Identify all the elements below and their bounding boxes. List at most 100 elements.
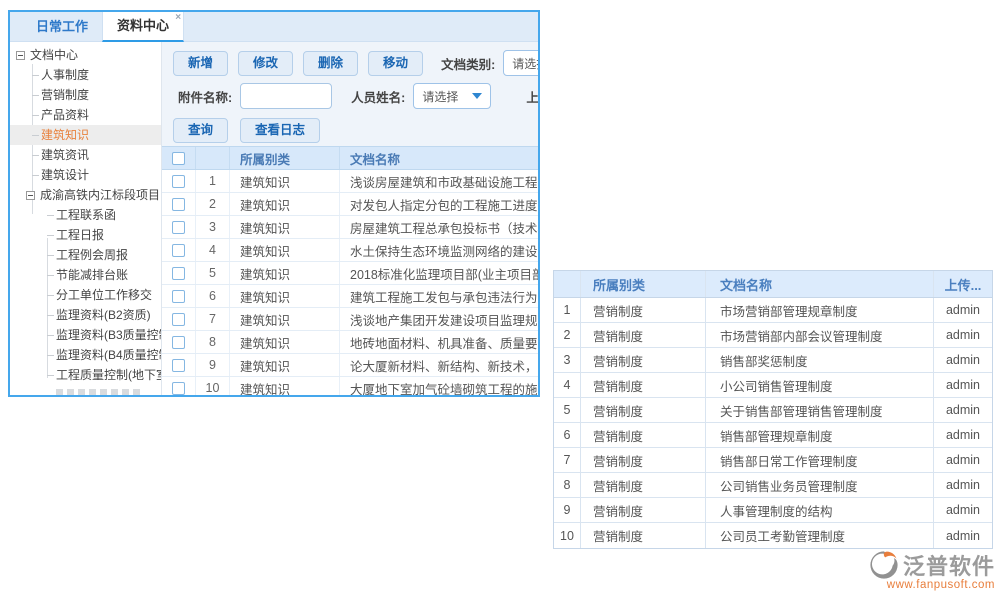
row-uploader: admin bbox=[934, 473, 992, 497]
tree-item[interactable]: 监理资料(B3质量控制) bbox=[10, 325, 161, 345]
tree-item-label: 营销制度 bbox=[41, 88, 89, 102]
tree-item[interactable]: 人事制度 bbox=[10, 65, 161, 85]
tab-data-center[interactable]: 资料中心 × bbox=[102, 12, 184, 42]
row-uploader: admin bbox=[934, 448, 992, 472]
tree-item[interactable]: 营销制度 bbox=[10, 85, 161, 105]
row-checkbox[interactable] bbox=[172, 290, 185, 303]
table-row[interactable]: 9 营销制度 人事管理制度的结构 admin bbox=[554, 498, 992, 523]
row-uploader: admin bbox=[934, 423, 992, 447]
tree-item[interactable]: 工程日报 bbox=[10, 225, 161, 245]
delete-button[interactable]: 删除 bbox=[303, 51, 358, 76]
table-row[interactable]: 8 营销制度 公司销售业务员管理制度 admin bbox=[554, 473, 992, 498]
tree-item[interactable]: 监理资料(B4质量控制) bbox=[10, 345, 161, 365]
row-docname: 销售部奖惩制度 bbox=[706, 348, 934, 372]
row-checkbox[interactable] bbox=[172, 221, 185, 234]
query-button[interactable]: 查询 bbox=[173, 118, 228, 143]
tree-item[interactable]: 产品资料 bbox=[10, 105, 161, 125]
row-category: 建筑知识 bbox=[230, 354, 340, 376]
close-icon[interactable]: × bbox=[175, 13, 181, 23]
table-row[interactable]: 3 营销制度 销售部奖惩制度 admin bbox=[554, 348, 992, 373]
table-row[interactable]: 5 建筑知识 2018标准化监理项目部(业主项目部)人员... bbox=[162, 262, 538, 285]
row-docname: 市场营销部内部会议管理制度 bbox=[706, 323, 934, 347]
tree-item[interactable]: 建筑知识 bbox=[10, 125, 161, 145]
tree-item[interactable]: 建筑设计 bbox=[10, 165, 161, 185]
tree-item-label: 工程质量控制(地下室) bbox=[56, 368, 162, 382]
table-row[interactable]: 7 建筑知识 浅谈地产集团开发建设项目监理规划编... bbox=[162, 308, 538, 331]
tree-item[interactable]: 建筑资讯 bbox=[10, 145, 161, 165]
table-row[interactable]: 10 建筑知识 大厦地下室加气砼墙砌筑工程的施工方... bbox=[162, 377, 538, 395]
tree-item-clipped bbox=[56, 389, 142, 395]
tree-item-label: 节能减排台账 bbox=[56, 268, 128, 282]
table-row[interactable]: 4 建筑知识 水土保持生态环境监测网络的建设与资... bbox=[162, 239, 538, 262]
row-checkbox[interactable] bbox=[172, 336, 185, 349]
tab-daily-work[interactable]: 日常工作 bbox=[22, 12, 102, 42]
table-row[interactable]: 5 营销制度 关于销售部管理销售管理制度 admin bbox=[554, 398, 992, 423]
tree-item[interactable]: 分工单位工作移交 bbox=[10, 285, 161, 305]
row-category: 建筑知识 bbox=[230, 285, 340, 307]
document-table-body: 1 建筑知识 浅谈房屋建筑和市政基础设施工程施工... 2 建筑知识 对发包人指… bbox=[162, 170, 538, 395]
row-checkbox-cell bbox=[162, 308, 196, 330]
table-row[interactable]: 10 营销制度 公司员工考勤管理制度 admin bbox=[554, 523, 992, 548]
row-category: 营销制度 bbox=[581, 398, 706, 422]
row-docname: 浅谈地产集团开发建设项目监理规划编... bbox=[340, 308, 538, 330]
row-docname: 对发包人指定分包的工程施工进度安排... bbox=[340, 193, 538, 215]
row-uploader: admin bbox=[934, 398, 992, 422]
table-row[interactable]: 1 建筑知识 浅谈房屋建筑和市政基础设施工程施工... bbox=[162, 170, 538, 193]
tree-node-document-center[interactable]: 文档中心 bbox=[10, 45, 161, 65]
tree-item-label: 工程联系函 bbox=[56, 208, 116, 222]
tree-item[interactable]: 监理资料(B2资质) bbox=[10, 305, 161, 325]
desktop: 日常工作 资料中心 × 文档中心 人事制度 营销制度 产品资料 建筑知识 建筑资… bbox=[0, 0, 1000, 600]
row-checkbox[interactable] bbox=[172, 267, 185, 280]
table-row[interactable]: 2 建筑知识 对发包人指定分包的工程施工进度安排... bbox=[162, 193, 538, 216]
row-checkbox[interactable] bbox=[172, 244, 185, 257]
row-number: 5 bbox=[554, 398, 581, 422]
add-button[interactable]: 新增 bbox=[173, 51, 228, 76]
row-number: 3 bbox=[554, 348, 581, 372]
move-button[interactable]: 移动 bbox=[368, 51, 423, 76]
table-row[interactable]: 1 营销制度 市场营销部管理规章制度 admin bbox=[554, 298, 992, 323]
row-docname: 2018标准化监理项目部(业主项目部)人员... bbox=[340, 262, 538, 284]
row-docname: 建筑工程施工发包与承包违法行为认定... bbox=[340, 285, 538, 307]
edit-button[interactable]: 修改 bbox=[238, 51, 293, 76]
tree-item[interactable]: 工程例会周报 bbox=[10, 245, 161, 265]
row-uploader: admin bbox=[934, 348, 992, 372]
row-checkbox-cell bbox=[162, 170, 196, 192]
tree-item[interactable]: 工程质量控制(地下室) bbox=[10, 365, 161, 385]
row-category: 营销制度 bbox=[581, 323, 706, 347]
row-checkbox[interactable] bbox=[172, 359, 185, 372]
doc-category-value: 请选择 bbox=[512, 55, 538, 72]
select-all-checkbox[interactable] bbox=[172, 152, 185, 165]
row-uploader: admin bbox=[934, 498, 992, 522]
row-uploader: admin bbox=[934, 323, 992, 347]
row-checkbox[interactable] bbox=[172, 382, 185, 395]
collapse-icon[interactable] bbox=[26, 191, 35, 200]
attachment-name-input[interactable] bbox=[240, 83, 332, 109]
view-log-button[interactable]: 查看日志 bbox=[240, 118, 320, 143]
row-number: 9 bbox=[196, 354, 230, 376]
toolbar: 新增 修改 删除 移动 文档类别: 请选择 文档 bbox=[173, 50, 538, 76]
header-number-cell bbox=[196, 147, 230, 169]
table-row[interactable]: 6 建筑知识 建筑工程施工发包与承包违法行为认定... bbox=[162, 285, 538, 308]
table-row[interactable]: 7 营销制度 销售部日常工作管理制度 admin bbox=[554, 448, 992, 473]
tree-node-project[interactable]: 成渝高铁内江标段项目 bbox=[10, 185, 161, 205]
table-row[interactable]: 9 建筑知识 论大厦新材料、新结构、新技术，新工... bbox=[162, 354, 538, 377]
row-docname: 浅谈房屋建筑和市政基础设施工程施工... bbox=[340, 170, 538, 192]
table-row[interactable]: 2 营销制度 市场营销部内部会议管理制度 admin bbox=[554, 323, 992, 348]
marketing-table-header: 所属别类 文档名称 上传... bbox=[554, 271, 992, 298]
header-uploader: 上传... bbox=[934, 271, 992, 297]
row-checkbox-cell bbox=[162, 331, 196, 353]
header-docname: 文档名称 bbox=[340, 147, 538, 169]
tree-item[interactable]: 工程联系函 bbox=[10, 205, 161, 225]
row-checkbox[interactable] bbox=[172, 175, 185, 188]
doc-category-select[interactable]: 请选择 bbox=[503, 50, 538, 76]
row-checkbox[interactable] bbox=[172, 198, 185, 211]
table-row[interactable]: 8 建筑知识 地砖地面材料、机具准备、质量要求及... bbox=[162, 331, 538, 354]
table-row[interactable]: 4 营销制度 小公司销售管理制度 admin bbox=[554, 373, 992, 398]
collapse-icon[interactable] bbox=[16, 51, 25, 60]
table-row[interactable]: 3 建筑知识 房屋建筑工程总承包投标书（技术标）... bbox=[162, 216, 538, 239]
person-name-select[interactable]: 请选择 bbox=[413, 83, 491, 109]
tree-item[interactable]: 节能减排台账 bbox=[10, 265, 161, 285]
tree-item-label: 工程例会周报 bbox=[56, 248, 128, 262]
row-checkbox[interactable] bbox=[172, 313, 185, 326]
table-row[interactable]: 6 营销制度 销售部管理规章制度 admin bbox=[554, 423, 992, 448]
